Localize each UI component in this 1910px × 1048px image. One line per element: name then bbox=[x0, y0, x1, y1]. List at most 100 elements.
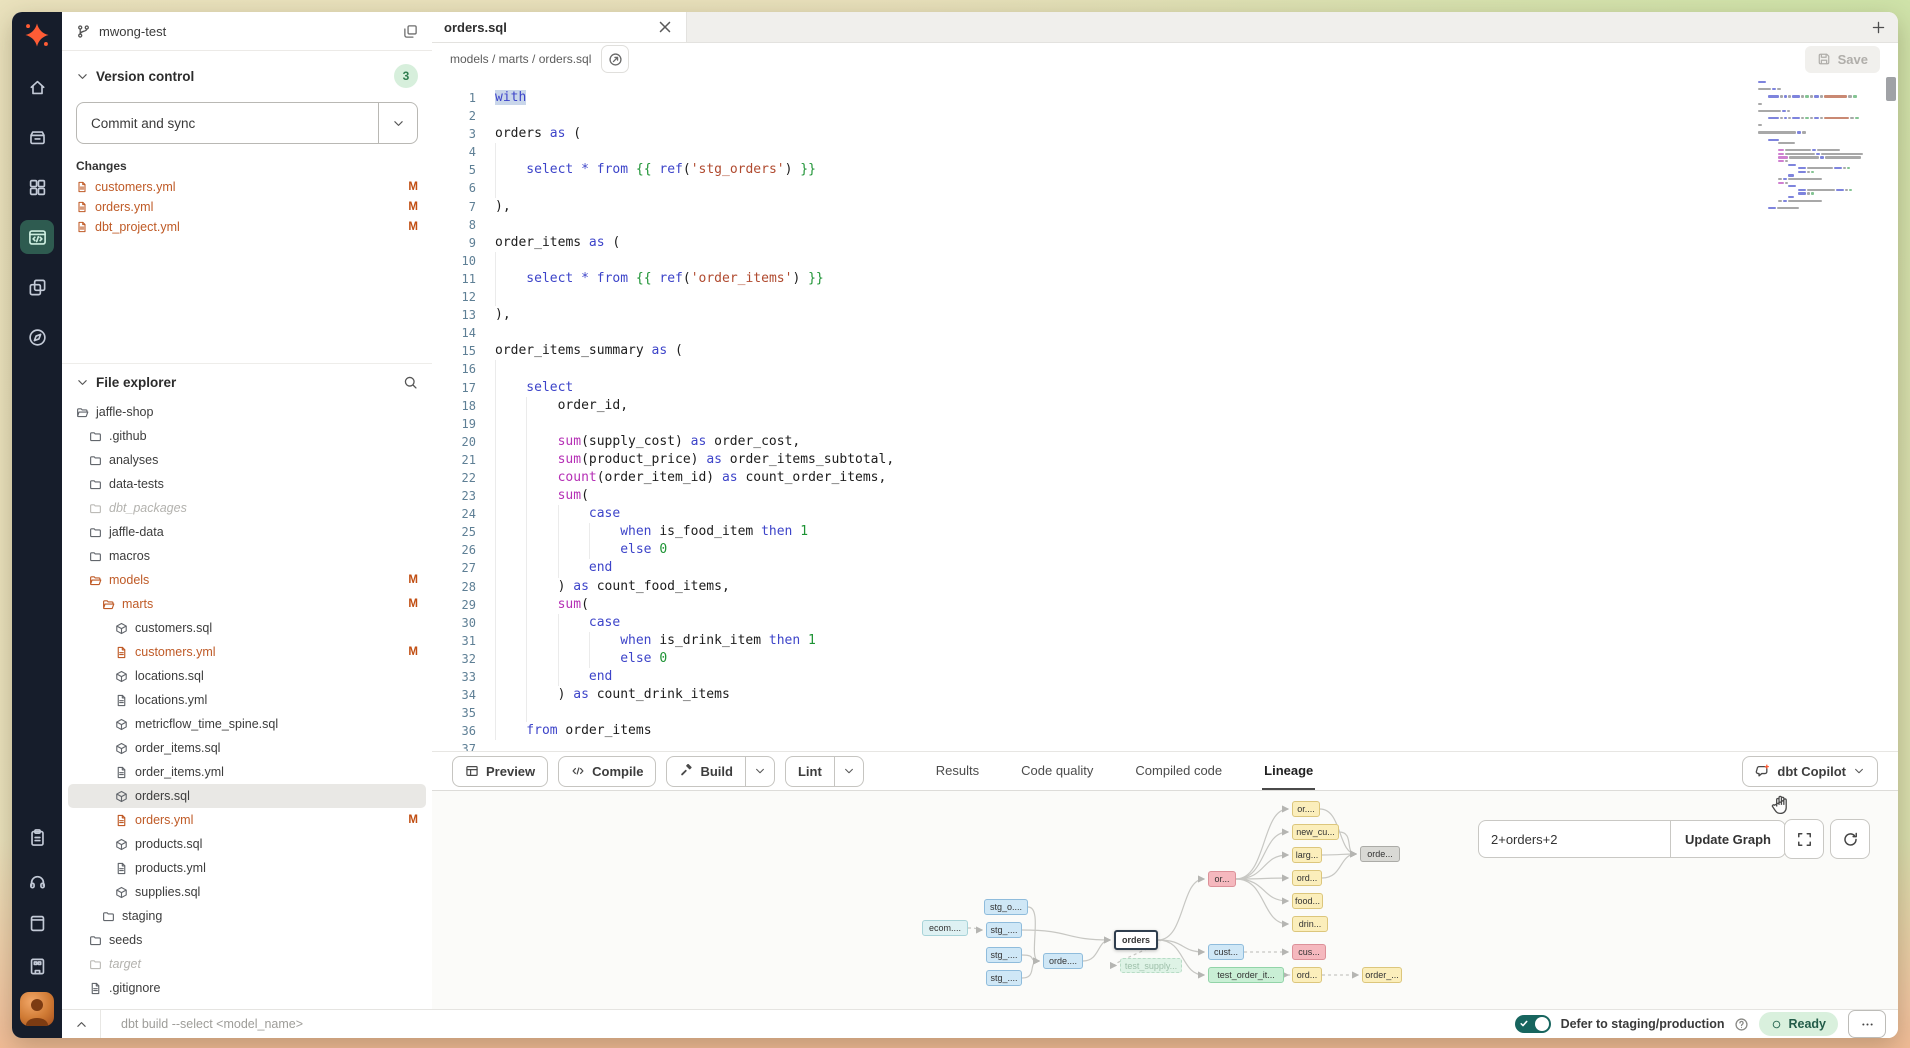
code-line[interactable]: 7), bbox=[432, 198, 1898, 216]
tree-item-order-items-sql[interactable]: order_items.sql bbox=[68, 736, 426, 760]
close-icon[interactable] bbox=[656, 18, 674, 36]
toolbar-button-lint[interactable]: Lint bbox=[785, 756, 864, 787]
editor-scrollbar[interactable] bbox=[1884, 75, 1898, 751]
code-line[interactable]: 12 bbox=[432, 288, 1898, 306]
changed-file-row[interactable]: orders.ymlM bbox=[62, 197, 432, 217]
code-line[interactable]: 4 bbox=[432, 143, 1898, 161]
rail-item-org[interactable] bbox=[20, 949, 54, 983]
lineage-node-orde-[interactable]: orde.... bbox=[1043, 953, 1083, 969]
code-line[interactable]: 29 sum( bbox=[432, 596, 1898, 614]
lineage-node-new-cu-[interactable]: new_cu... bbox=[1292, 824, 1339, 840]
tree-item-products-sql[interactable]: products.sql bbox=[68, 832, 426, 856]
rail-item-home[interactable] bbox=[20, 70, 54, 104]
tree-item-analyses[interactable]: analyses bbox=[68, 448, 426, 472]
code-line[interactable]: 37 bbox=[432, 740, 1898, 751]
tab-code-quality[interactable]: Code quality bbox=[1019, 752, 1095, 790]
tree-item-jaffle-data[interactable]: jaffle-data bbox=[68, 520, 426, 544]
lineage-node-test-supply-[interactable]: test_supply... bbox=[1120, 958, 1182, 973]
dbt-copilot-button[interactable]: dbt Copilot bbox=[1742, 756, 1878, 787]
tree-item-orders-sql[interactable]: orders.sql bbox=[68, 784, 426, 808]
code-line[interactable]: 28 ) as count_food_items, bbox=[432, 578, 1898, 596]
code-line[interactable]: 32 else 0 bbox=[432, 650, 1898, 668]
rail-item-projects[interactable] bbox=[20, 270, 54, 304]
toolbar-button-preview[interactable]: Preview bbox=[452, 756, 548, 787]
tree-item-staging[interactable]: staging bbox=[68, 904, 426, 928]
lineage-node-orders[interactable]: orders bbox=[1114, 930, 1158, 950]
code-line[interactable]: 18 order_id, bbox=[432, 397, 1898, 415]
defer-toggle[interactable] bbox=[1515, 1015, 1551, 1033]
code-line[interactable]: 35 bbox=[432, 704, 1898, 722]
code-line[interactable]: 34 ) as count_drink_items bbox=[432, 686, 1898, 704]
code-line[interactable]: 13), bbox=[432, 306, 1898, 324]
code-line[interactable]: 30 case bbox=[432, 614, 1898, 632]
code-line[interactable]: 3orders as ( bbox=[432, 125, 1898, 143]
changed-file-row[interactable]: customers.ymlM bbox=[62, 177, 432, 197]
user-avatar[interactable] bbox=[20, 992, 54, 1026]
code-line[interactable]: 25 when is_food_item then 1 bbox=[432, 523, 1898, 541]
code-line[interactable]: 21 sum(product_price) as order_items_sub… bbox=[432, 451, 1898, 469]
code-line[interactable]: 10 bbox=[432, 252, 1898, 270]
lineage-node-test-order-it-[interactable]: test_order_it... bbox=[1208, 967, 1284, 983]
new-tab-button[interactable] bbox=[1858, 12, 1898, 42]
tree-item-supplies-sql[interactable]: supplies.sql bbox=[68, 880, 426, 904]
minimap[interactable] bbox=[1758, 81, 1858, 214]
code-line[interactable]: 22 count(order_item_id) as count_order_i… bbox=[432, 469, 1898, 487]
tree-item-dbt-packages[interactable]: dbt_packages bbox=[68, 496, 426, 520]
tree-item-metricflow-time-spine-sql[interactable]: metricflow_time_spine.sql bbox=[68, 712, 426, 736]
code-line[interactable]: 16 bbox=[432, 360, 1898, 378]
update-graph-button[interactable]: Update Graph bbox=[1670, 820, 1786, 858]
rail-item-docs[interactable] bbox=[20, 906, 54, 940]
lineage-node-ord-[interactable]: ord... bbox=[1292, 967, 1322, 983]
search-icon[interactable] bbox=[403, 375, 418, 390]
commit-dropdown[interactable] bbox=[378, 103, 417, 143]
lineage-node-ecom-[interactable]: ecom.... bbox=[922, 920, 968, 936]
chevron-down-icon[interactable] bbox=[76, 376, 89, 389]
rail-item-dashboard[interactable] bbox=[20, 170, 54, 204]
code-editor[interactable]: 1with23orders as (4 5 select * from {{ r… bbox=[432, 75, 1898, 751]
code-line[interactable]: 5 select * from {{ ref('stg_orders') }} bbox=[432, 161, 1898, 179]
tree-item-data-tests[interactable]: data-tests bbox=[68, 472, 426, 496]
tab-compiled-code[interactable]: Compiled code bbox=[1133, 752, 1224, 790]
toolbar-button-compile[interactable]: Compile bbox=[558, 756, 656, 787]
rail-item-tasks[interactable] bbox=[20, 820, 54, 854]
rail-item-explore[interactable] bbox=[20, 320, 54, 354]
code-line[interactable]: 26 else 0 bbox=[432, 541, 1898, 559]
code-line[interactable]: 33 end bbox=[432, 668, 1898, 686]
code-line[interactable]: 1with bbox=[432, 89, 1898, 107]
lineage-node-or-[interactable]: or... bbox=[1208, 871, 1236, 887]
dbt-command-input[interactable] bbox=[101, 1017, 1515, 1031]
code-line[interactable]: 17 select bbox=[432, 379, 1898, 397]
lineage-node-cus-[interactable]: cus... bbox=[1292, 944, 1326, 960]
changed-file-row[interactable]: dbt_project.ymlM bbox=[62, 217, 432, 237]
lineage-node-stg-[interactable]: stg_.... bbox=[986, 970, 1022, 986]
tree-item-products-yml[interactable]: products.yml bbox=[68, 856, 426, 880]
lint-dropdown[interactable] bbox=[834, 757, 863, 786]
refresh-graph-button[interactable] bbox=[1830, 819, 1870, 859]
tree-item-order-items-yml[interactable]: order_items.yml bbox=[68, 760, 426, 784]
lineage-node-larg-[interactable]: larg... bbox=[1292, 847, 1322, 863]
code-line[interactable]: 24 case bbox=[432, 505, 1898, 523]
code-line[interactable]: 19 bbox=[432, 415, 1898, 433]
code-line[interactable]: 36 from order_items bbox=[432, 722, 1898, 740]
rail-item-develop[interactable] bbox=[20, 220, 54, 254]
lineage-panel[interactable]: ecom....stg_o....stg_....stg_....stg_...… bbox=[432, 791, 1898, 1010]
lineage-node-stg-[interactable]: stg_.... bbox=[986, 947, 1022, 963]
lineage-node-ord-[interactable]: ord... bbox=[1292, 870, 1322, 886]
tree-item-orders-yml[interactable]: orders.ymlM bbox=[68, 808, 426, 832]
tree-item-jaffle-shop[interactable]: jaffle-shop bbox=[68, 400, 426, 424]
lineage-node-orde-[interactable]: orde... bbox=[1360, 846, 1400, 862]
save-button[interactable]: Save bbox=[1805, 46, 1880, 73]
tab-results[interactable]: Results bbox=[934, 752, 981, 790]
copy-icon[interactable] bbox=[403, 24, 418, 39]
code-line[interactable]: 6 bbox=[432, 179, 1898, 197]
code-line[interactable]: 15order_items_summary as ( bbox=[432, 342, 1898, 360]
view-lineage-button[interactable] bbox=[601, 45, 629, 73]
toolbar-button-build[interactable]: Build bbox=[666, 756, 775, 787]
tree-item-macros[interactable]: macros bbox=[68, 544, 426, 568]
code-line[interactable]: 27 end bbox=[432, 559, 1898, 577]
dbt-logo[interactable] bbox=[12, 12, 62, 58]
tree-item-target[interactable]: target bbox=[68, 952, 426, 976]
lineage-node-order-[interactable]: order_... bbox=[1362, 967, 1402, 983]
lineage-node-stg-o-[interactable]: stg_o.... bbox=[984, 899, 1028, 915]
lineage-node-drin-[interactable]: drin... bbox=[1292, 916, 1328, 932]
